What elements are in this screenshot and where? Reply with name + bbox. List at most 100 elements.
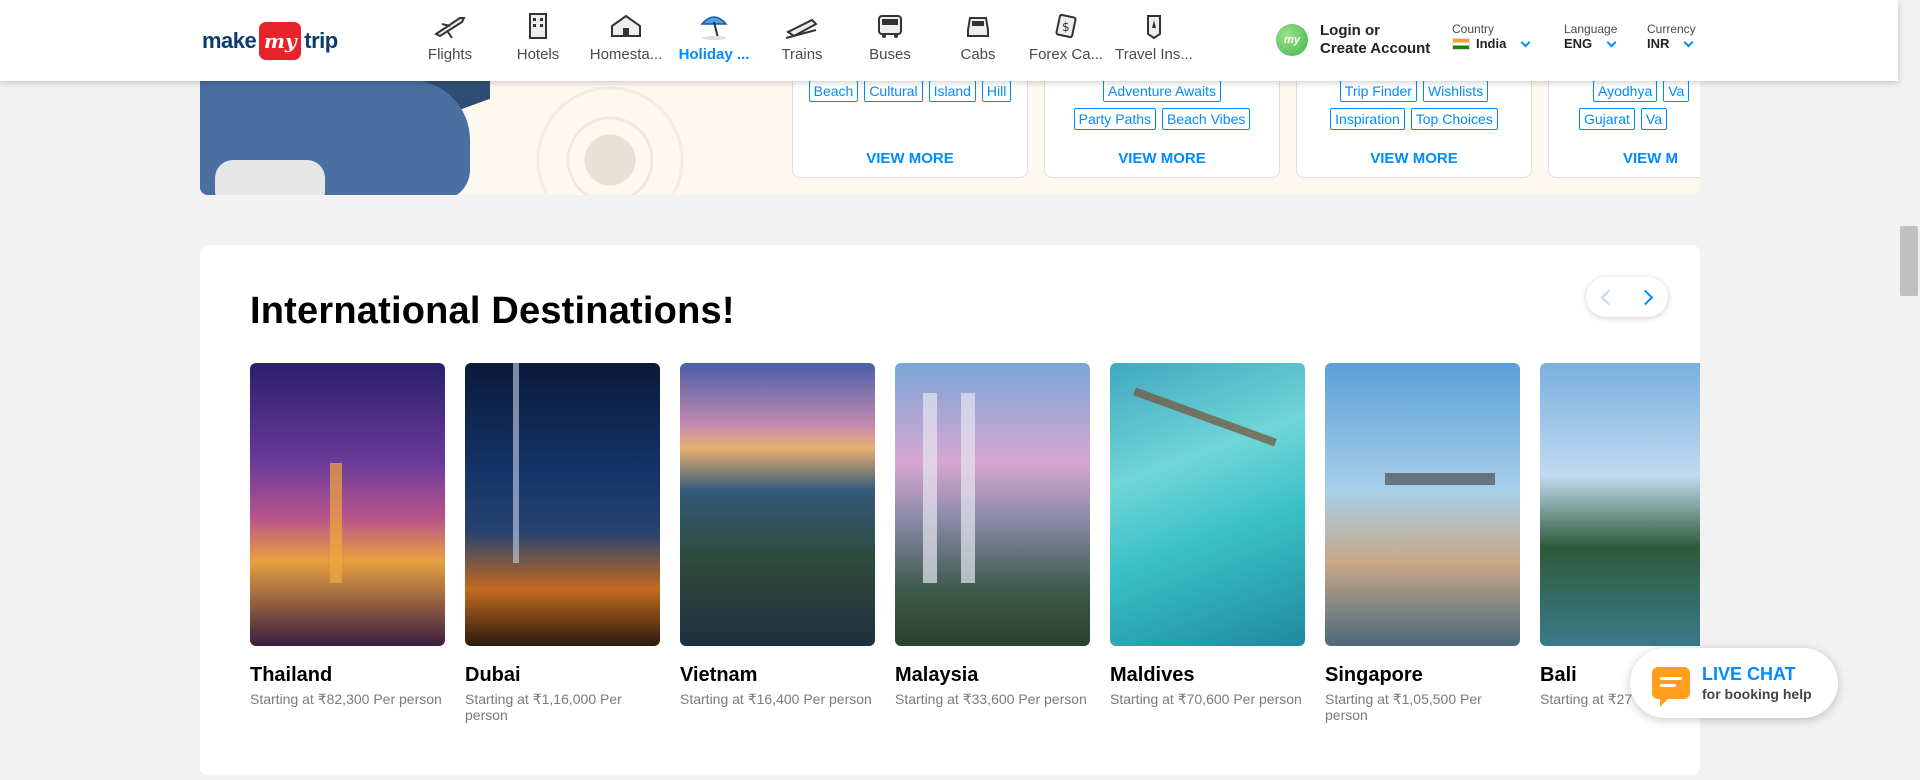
destination-name: Singapore xyxy=(1325,664,1423,686)
theme-tag[interactable]: Adventure Awaits xyxy=(1103,80,1221,102)
tower-shape xyxy=(961,393,975,583)
nav-item-flights[interactable]: Flights xyxy=(406,8,494,63)
account-avatar: my xyxy=(1276,24,1308,56)
view-more-link[interactable]: VIEW M xyxy=(1623,150,1700,167)
banner-shoe-shape xyxy=(215,160,325,195)
logo-text-trip: trip xyxy=(304,28,338,53)
currency-label: Currency xyxy=(1647,22,1696,36)
singapore-image xyxy=(1325,363,1520,646)
destination-price: Starting at ₹1,16,000 Per person xyxy=(465,691,622,723)
nav-label: Holiday ... xyxy=(678,46,750,63)
currency-selector[interactable]: Currency INR xyxy=(1647,22,1696,51)
theme-tag[interactable]: Wishlists xyxy=(1422,80,1489,102)
theme-tag[interactable]: Beach xyxy=(808,80,859,102)
theme-tag[interactable]: Hill xyxy=(981,80,1012,102)
skypark-shape xyxy=(1385,473,1495,485)
country-value: India xyxy=(1476,36,1507,51)
language-label: Language xyxy=(1564,22,1618,36)
homestay-icon xyxy=(611,14,641,37)
chevron-left-icon xyxy=(1600,289,1617,305)
view-more-link[interactable]: VIEW MORE xyxy=(1045,150,1279,167)
theme-tag[interactable]: Va xyxy=(1663,80,1690,102)
theme-tag[interactable]: Island xyxy=(928,80,976,102)
destination-name: Vietnam xyxy=(680,664,758,686)
destination-card-malaysia[interactable]: Malaysia Starting at ₹33,600 Per person xyxy=(895,363,1090,723)
carousel-controls xyxy=(1586,277,1668,317)
carousel-prev-button[interactable] xyxy=(1586,277,1627,317)
chevron-right-icon xyxy=(1637,289,1654,305)
section-title: International Destinations! xyxy=(250,290,735,332)
destination-name: Dubai xyxy=(465,664,521,686)
theme-tag[interactable]: Party Paths xyxy=(1073,108,1156,130)
nav-item-trains[interactable]: Trains xyxy=(758,8,846,63)
theme-tag[interactable]: Trip Finder xyxy=(1339,80,1417,102)
chevron-down-icon xyxy=(1520,37,1531,47)
nav-label: Cabs xyxy=(960,46,996,63)
chat-bubble-icon xyxy=(1652,667,1690,707)
nav-label: Buses xyxy=(869,46,911,63)
create-account-label: Create Account xyxy=(1320,40,1431,57)
destination-card-singapore[interactable]: Singapore Starting at ₹1,05,500 Per pers… xyxy=(1325,363,1520,723)
nav-label: Homesta... xyxy=(589,46,663,63)
bali-image xyxy=(1540,363,1700,646)
country-selector[interactable]: Country India xyxy=(1452,22,1531,51)
theme-tag[interactable]: Inspiration xyxy=(1330,108,1405,130)
view-more-link[interactable]: VIEW MORE xyxy=(1297,150,1531,167)
chevron-down-icon xyxy=(1683,37,1694,47)
theme-tag[interactable]: Beach Vibes xyxy=(1162,108,1251,130)
nav-item-cabs[interactable]: Cabs xyxy=(934,8,1022,63)
destination-card-vietnam[interactable]: Vietnam Starting at ₹16,400 Per person xyxy=(680,363,875,723)
malaysia-image xyxy=(895,363,1090,646)
view-more-link[interactable]: VIEW MORE xyxy=(793,150,1027,167)
login-button[interactable]: my Login or Create Account xyxy=(1276,22,1430,58)
theme-tag[interactable]: Gujarat xyxy=(1579,108,1635,130)
hotel-icon xyxy=(529,13,547,39)
jetty-shape xyxy=(1133,387,1277,447)
live-chat-title: LIVE CHAT xyxy=(1702,664,1796,684)
svg-text:$: $ xyxy=(1062,20,1070,34)
destination-price: Starting at ₹1,05,500 Per person xyxy=(1325,691,1482,723)
theme-tag[interactable]: Va xyxy=(1640,108,1668,130)
maldives-image xyxy=(1110,363,1305,646)
theme-tag[interactable]: Top Choices xyxy=(1410,108,1498,130)
tower-shape xyxy=(923,393,937,583)
country-label: Country xyxy=(1452,22,1495,36)
nav-item-travel-insurance[interactable]: Travel Ins... xyxy=(1110,8,1198,63)
chevron-down-icon xyxy=(1606,37,1617,47)
nav-item-buses[interactable]: Buses xyxy=(846,8,934,63)
page-scrollbar-thumb[interactable] xyxy=(1900,226,1918,296)
forex-icon: $ xyxy=(1055,13,1077,39)
logo-text-make: make xyxy=(202,28,257,53)
train-icon xyxy=(785,18,818,39)
top-header: make my trip Flights Hotels Homesta... H… xyxy=(0,0,1898,81)
nav-item-homestays[interactable]: Homesta... xyxy=(582,8,670,63)
nav-label: Trains xyxy=(781,46,823,63)
vietnam-image xyxy=(680,363,875,646)
nav-item-holiday-packages[interactable]: Holiday ... xyxy=(670,8,758,63)
nav-label: Travel Ins... xyxy=(1115,46,1193,63)
page-scrollbar-track[interactable] xyxy=(1898,0,1920,780)
nav-item-hotels[interactable]: Hotels xyxy=(494,8,582,63)
nav-label: Flights xyxy=(427,46,473,63)
destination-name: Thailand xyxy=(250,664,333,686)
nav-label: Forex Ca... xyxy=(1028,46,1104,63)
carousel-next-button[interactable] xyxy=(1627,277,1668,317)
login-label: Login or xyxy=(1320,22,1380,39)
temple-shape xyxy=(330,463,342,583)
nav-label: Hotels xyxy=(516,46,560,63)
destination-card-thailand[interactable]: Thailand Starting at ₹82,300 Per person xyxy=(250,363,445,723)
destination-card-dubai[interactable]: Dubai Starting at ₹1,16,000 Per person xyxy=(465,363,660,723)
destination-name: Malaysia xyxy=(895,664,979,686)
theme-tag[interactable]: Ayodhya xyxy=(1593,80,1658,102)
destination-price: Starting at ₹33,600 Per person xyxy=(895,691,1087,707)
language-selector[interactable]: Language ENG xyxy=(1564,22,1617,51)
live-chat-button[interactable]: LIVE CHAT for booking help xyxy=(1630,648,1838,718)
theme-tag[interactable]: Cultural xyxy=(864,80,923,102)
main-nav: Flights Hotels Homesta... Holiday ... Tr… xyxy=(406,8,1198,63)
live-chat-subtitle: for booking help xyxy=(1702,686,1812,702)
nav-item-forex-card[interactable]: $ Forex Ca... xyxy=(1022,8,1110,63)
india-flag-icon xyxy=(1452,37,1470,50)
destination-card-maldives[interactable]: Maldives Starting at ₹70,600 Per person xyxy=(1110,363,1305,723)
logo-badge-my: my xyxy=(259,22,302,60)
makemytrip-logo[interactable]: make my trip xyxy=(202,22,338,60)
